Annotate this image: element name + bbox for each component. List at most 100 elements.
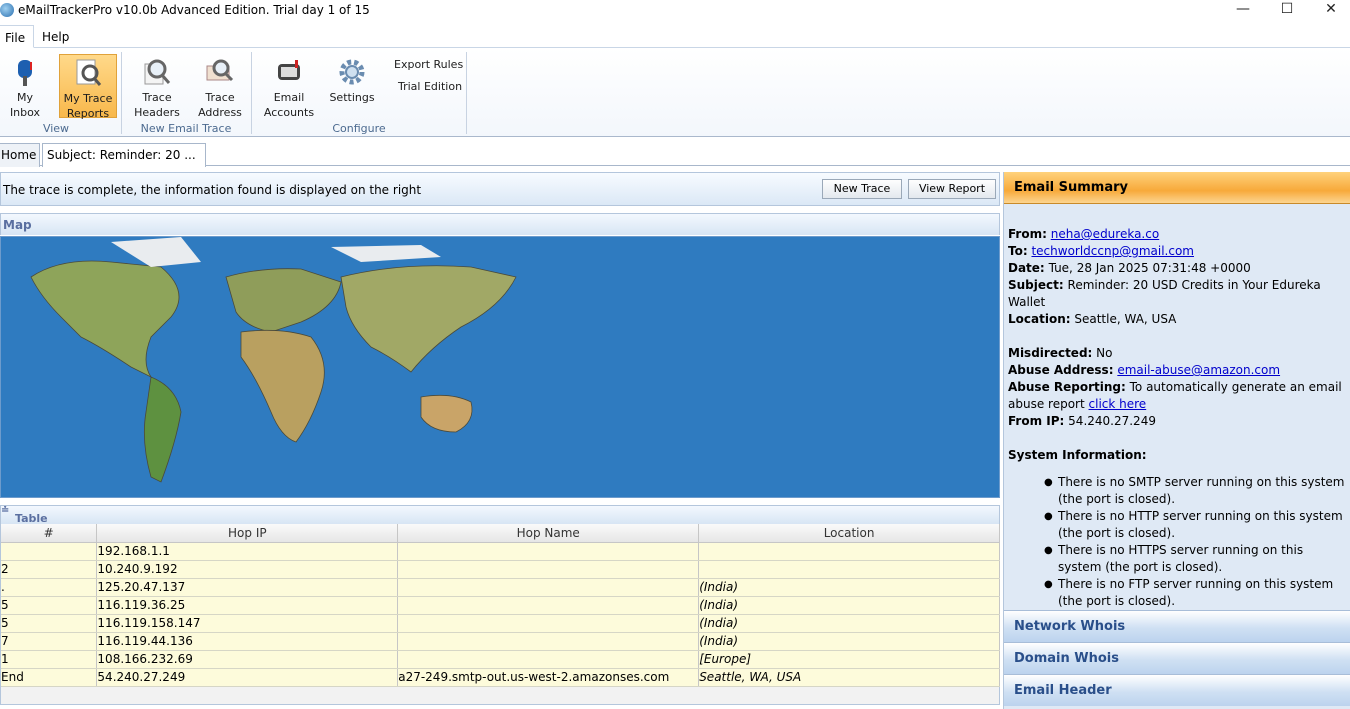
email-accounts-button[interactable]: Email Accounts	[260, 54, 318, 119]
column-header-location[interactable]: Location	[698, 524, 1000, 543]
hop-ip-cell: 192.168.1.1	[96, 542, 399, 561]
hop-ip-cell: 116.119.44.136	[96, 632, 399, 651]
system-info-item: There is no SMTP server running on this …	[1044, 474, 1347, 508]
hops-table-panel: ≚ Table # Hop IP Hop Name Location 192.1…	[0, 505, 1000, 705]
group-label-configure: Configure	[332, 122, 386, 135]
location-cell: (India)	[698, 614, 1000, 633]
hop-name-cell	[397, 614, 700, 633]
trace-headers-button[interactable]: Trace Headers	[128, 54, 186, 119]
minimize-button[interactable]: —	[1220, 0, 1266, 22]
row-number-cell: 2	[1, 560, 98, 579]
world-map[interactable]	[0, 236, 1000, 498]
hop-name-cell: a27-249.smtp-out.us-west-2.amazonses.com	[397, 668, 700, 687]
table-row[interactable]: 5 116.119.158.147 (India)	[1, 614, 1000, 633]
row-number-cell: 5	[1, 614, 98, 633]
to-link[interactable]: techworldccnp@gmail.com	[1031, 244, 1194, 258]
network-whois-section[interactable]: Network Whois	[1004, 610, 1350, 642]
export-rules-button[interactable]: Export Rules	[394, 58, 463, 71]
abuse-address-link[interactable]: email-abuse@amazon.com	[1117, 363, 1280, 377]
location-cell: Seattle, WA, USA	[698, 668, 1000, 687]
trace-headers-label-1: Trace	[142, 91, 172, 104]
table-row[interactable]: 1 108.166.232.69 [Europe]	[1, 650, 1000, 669]
system-info-list: There is no SMTP server running on this …	[1044, 474, 1347, 610]
hop-ip-cell: 116.119.158.147	[96, 614, 399, 633]
ribbon: My Inbox My Trace Reports Trace Headers …	[0, 48, 1350, 137]
location-cell: (India)	[698, 578, 1000, 597]
location-cell: [Europe]	[698, 650, 1000, 669]
email-accounts-label-1: Email	[273, 91, 305, 104]
tab-home[interactable]: Home	[0, 143, 40, 167]
menu-file[interactable]: File	[0, 25, 35, 48]
magnifier-headers-icon	[144, 59, 171, 85]
title-bar: eMailTrackerPro v10.0b Advanced Edition.…	[0, 0, 1350, 22]
column-header-hop-ip[interactable]: Hop IP	[96, 524, 399, 543]
map-header: Map	[0, 213, 1000, 235]
email-accounts-label-2: Accounts	[263, 106, 315, 119]
my-trace-reports-label-2: Reports	[66, 107, 110, 120]
settings-button[interactable]: Settings	[323, 54, 381, 118]
my-inbox-label-1: My	[16, 91, 33, 104]
row-number-cell: .	[1, 578, 98, 597]
trace-address-label-2: Address	[198, 106, 242, 119]
maximize-button[interactable]: ☐	[1264, 0, 1310, 22]
location-value: Seattle, WA, USA	[1074, 312, 1177, 326]
from-ip-label: From IP:	[1008, 414, 1065, 428]
system-info-item: There is no HTTPS server running on this…	[1044, 542, 1347, 576]
hop-ip-cell: 54.240.27.249	[96, 668, 399, 687]
view-report-button[interactable]: View Report	[908, 179, 996, 199]
email-summary: From: neha@edureka.co To: techworldccnp@…	[1004, 206, 1350, 610]
table-row[interactable]: 192.168.1.1	[1, 542, 1000, 561]
hop-ip-cell: 125.20.47.137	[96, 578, 399, 597]
trace-headers-label-2: Headers	[134, 106, 180, 119]
hop-name-cell	[397, 596, 700, 615]
menu-bar: File Help	[0, 25, 1350, 48]
abuse-address-label: Abuse Address:	[1008, 363, 1114, 377]
trace-status-bar: The trace is complete, the information f…	[0, 172, 1000, 206]
table-row[interactable]: End 54.240.27.249 a27-249.smtp-out.us-west…	[1, 668, 1000, 687]
from-ip-value: 54.240.27.249	[1068, 414, 1156, 428]
row-number-cell: 7	[1, 632, 98, 651]
menu-help[interactable]: Help	[34, 25, 77, 48]
email-summary-header[interactable]: Email Summary	[1004, 172, 1350, 204]
hop-name-cell	[397, 542, 700, 561]
group-label-view: View	[42, 122, 70, 135]
location-cell: (India)	[698, 632, 1000, 651]
email-header-section[interactable]: Email Header	[1004, 674, 1350, 706]
magnifier-address-icon	[206, 59, 234, 82]
new-trace-button[interactable]: New Trace	[822, 179, 902, 199]
row-number-cell: 5	[1, 596, 98, 615]
location-cell: (India)	[698, 596, 1000, 615]
column-header-number[interactable]: #	[1, 524, 98, 543]
my-trace-reports-button[interactable]: My Trace Reports	[59, 54, 117, 120]
document-tabs: Home Subject: Reminder: 20 ... ✕	[0, 140, 1350, 185]
collapse-icon[interactable]: ≚	[1, 506, 9, 524]
trial-edition-button[interactable]: Trial Edition	[398, 80, 462, 93]
domain-whois-section[interactable]: Domain Whois	[1004, 642, 1350, 674]
ribbon-separator	[466, 52, 467, 134]
hop-name-cell	[397, 560, 700, 579]
trace-address-label-1: Trace	[205, 91, 235, 104]
my-inbox-button[interactable]: My Inbox	[0, 54, 54, 119]
click-here-link[interactable]: click here	[1089, 397, 1147, 411]
gear-icon	[339, 59, 365, 85]
mailbox-icon	[18, 60, 32, 86]
tab-subject[interactable]: Subject: Reminder: 20 ... ✕	[42, 143, 206, 185]
table-row[interactable]: . 125.20.47.137 (India)	[1, 578, 1000, 597]
hops-table-body: 192.168.1.1 2 10.240.9.192. 125.20.47.137 (I…	[1, 542, 1000, 687]
close-window-button[interactable]: ✕	[1308, 0, 1350, 22]
table-row[interactable]: 2 10.240.9.192	[1, 560, 1000, 579]
table-row[interactable]: 7 116.119.44.136 (India)	[1, 632, 1000, 651]
row-number-cell: End	[1, 668, 98, 687]
table-header: ≚ Table	[1, 506, 999, 524]
system-info-item: There is no FTP server running on this s…	[1044, 576, 1347, 610]
trace-address-button[interactable]: Trace Address	[191, 54, 249, 119]
magnifier-report-icon	[76, 59, 102, 86]
table-row[interactable]: 5 116.119.36.25 (India)	[1, 596, 1000, 615]
location-cell	[698, 542, 1000, 561]
window-title: eMailTrackerPro v10.0b Advanced Edition.…	[18, 3, 370, 17]
app-icon	[0, 3, 14, 17]
column-header-hop-name[interactable]: Hop Name	[397, 524, 700, 543]
hop-name-cell	[397, 578, 700, 597]
from-link[interactable]: neha@edureka.co	[1051, 227, 1159, 241]
date-label: Date:	[1008, 261, 1045, 275]
